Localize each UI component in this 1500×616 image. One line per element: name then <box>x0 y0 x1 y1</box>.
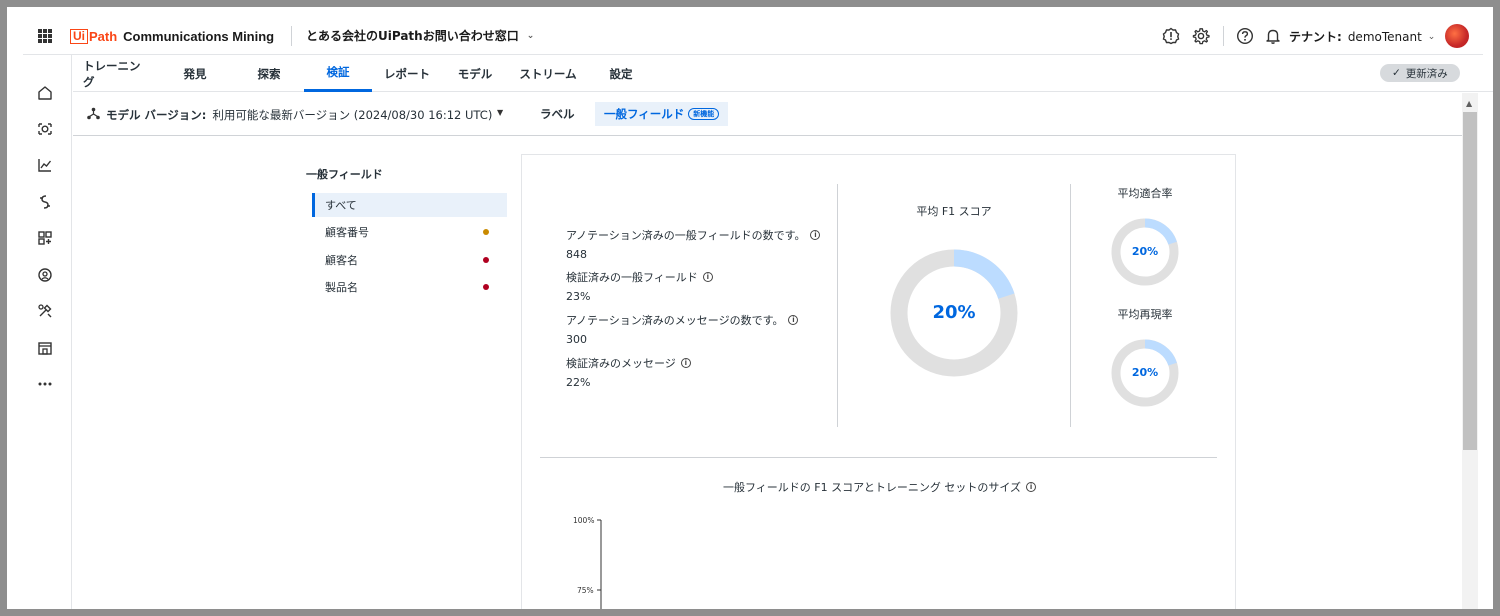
stat-annotated-fields: アノテーション済みの一般フィールドの数です。 i 848 <box>566 227 821 261</box>
field-item-label: 顧客番号 <box>325 226 369 239</box>
tab-settings[interactable]: 設定 <box>603 55 639 92</box>
error-dot-icon <box>483 284 489 290</box>
project-name: とある会社のUiPathお問い合わせ窓口 <box>306 29 519 43</box>
home-icon[interactable] <box>35 83 55 103</box>
info-icon[interactable]: i <box>680 358 691 368</box>
stat-label: アノテーション済みのメッセージの数です。 <box>566 314 784 327</box>
field-item-customer-number[interactable]: 顧客番号 <box>312 220 507 244</box>
reports-icon[interactable] <box>35 155 55 175</box>
tenant-selector[interactable]: テナント: demoTenant ⌄ <box>1289 28 1435 45</box>
stat-annotated-messages: アノテーション済みのメッセージの数です。 i 300 <box>566 312 799 346</box>
integrations-icon[interactable] <box>35 228 55 248</box>
recall-title: 平均再現率 <box>1117 308 1173 321</box>
stat-label: 検証済みの一般フィールド <box>566 271 698 284</box>
precision-value: 20% <box>1131 245 1159 258</box>
model-version-value: 利用可能な最新バージョン (2024/08/30 16:12 UTC) <box>212 108 493 122</box>
tab-labels[interactable]: ラベル <box>531 102 584 126</box>
chart-title-text: 一般フィールドの F1 スコアとトレーニング セットのサイズ <box>722 481 1022 494</box>
field-item-label: 製品名 <box>325 281 358 294</box>
tools-icon[interactable] <box>35 301 55 321</box>
more-icon[interactable] <box>35 374 55 394</box>
alert-icon[interactable] <box>1161 26 1181 46</box>
scroll-thumb[interactable] <box>1463 112 1477 450</box>
tab-validation[interactable]: 検証 <box>304 55 372 92</box>
card-divider <box>837 184 838 427</box>
y-tick-label: 100% <box>573 516 595 525</box>
top-header: Ui Path Communications Mining とある会社のUiPa… <box>23 18 1483 55</box>
info-icon[interactable]: i <box>788 315 799 325</box>
main-tabs: トレーニング 発見 探索 検証 レポート モデル ストリーム 設定 ✓ 更新済み <box>73 55 1493 92</box>
y-tick-label: 75% <box>577 586 594 595</box>
model-version-selector[interactable]: モデル バージョン: 利用可能な最新バージョン (2024/08/30 16:1… <box>87 107 492 123</box>
tab-explore[interactable]: 探索 <box>251 55 287 92</box>
info-icon[interactable]: i <box>810 230 821 240</box>
error-dot-icon <box>483 257 489 263</box>
help-icon[interactable] <box>1235 26 1255 46</box>
chevron-down-icon: ⌄ <box>526 30 535 41</box>
metrics-card: アノテーション済みの一般フィールドの数です。 i 848 検証済みの一般フィールド… <box>521 154 1236 609</box>
logo-ui: Ui <box>70 28 88 44</box>
header-divider-2 <box>1223 26 1224 46</box>
avatar[interactable] <box>1445 24 1469 48</box>
header-divider <box>291 26 292 46</box>
field-item-label: 顧客名 <box>325 254 358 267</box>
tab-discover[interactable]: 発見 <box>177 55 213 92</box>
stat-validated-fields: 検証済みの一般フィールド i 23% <box>566 269 713 303</box>
section-divider <box>540 457 1217 458</box>
chart-title: 一般フィールドの F1 スコアとトレーニング セットのサイズ i <box>522 479 1237 495</box>
stat-value: 22% <box>566 376 591 389</box>
stat-value: 23% <box>566 290 591 303</box>
chevron-down-icon: ⌄ <box>1427 31 1436 42</box>
left-rail <box>7 55 72 609</box>
stat-value: 300 <box>566 333 587 346</box>
logo-path: Path <box>89 28 118 44</box>
scroll-up-icon[interactable]: ▲ <box>1466 99 1472 108</box>
stat-value: 848 <box>566 248 587 261</box>
dataset-icon[interactable] <box>35 119 55 139</box>
info-icon[interactable]: i <box>1026 482 1037 492</box>
field-list-title: 一般フィールド <box>306 168 383 181</box>
tab-general-fields[interactable]: 一般フィールド 新機能 <box>595 102 729 126</box>
card-divider <box>1070 184 1071 427</box>
new-badge: 新機能 <box>688 108 720 120</box>
recall-value: 20% <box>1131 366 1159 379</box>
product-name: Communications Mining <box>123 28 275 44</box>
f1-value: 20% <box>932 302 976 323</box>
caret-down-icon[interactable]: ▼ <box>497 108 503 117</box>
tab-reports[interactable]: レポート <box>379 55 435 92</box>
app-launcher-icon[interactable] <box>38 29 52 43</box>
tab-general-fields-label: 一般フィールド <box>604 107 685 121</box>
warning-dot-icon <box>483 229 489 235</box>
stat-label: 検証済みのメッセージ <box>566 357 676 370</box>
streams-icon[interactable] <box>35 192 55 212</box>
model-tree-icon <box>87 107 100 123</box>
tab-models[interactable]: モデル <box>453 55 497 92</box>
f1-title: 平均 F1 スコア <box>916 205 992 218</box>
stat-label: アノテーション済みの一般フィールドの数です。 <box>566 229 806 242</box>
stat-validated-messages: 検証済みのメッセージ i 22% <box>566 355 691 389</box>
status-badge-label: 更新済み <box>1405 67 1448 80</box>
info-icon[interactable]: i <box>702 272 713 282</box>
field-item-customer-name[interactable]: 顧客名 <box>312 248 507 272</box>
tenant-label: テナント: <box>1289 30 1342 44</box>
tab-streams[interactable]: ストリーム <box>513 55 583 92</box>
project-selector[interactable]: とある会社のUiPathお問い合わせ窓口 ⌄ <box>306 27 534 44</box>
bell-icon[interactable] <box>1263 26 1283 46</box>
field-item-product-name[interactable]: 製品名 <box>312 275 507 299</box>
tab-training[interactable]: トレーニング <box>83 55 149 92</box>
status-badge: ✓ 更新済み <box>1380 64 1460 82</box>
field-item-label: すべて <box>325 199 357 212</box>
uipath-logo[interactable]: Ui Path Communications Mining <box>70 27 274 45</box>
check-icon: ✓ <box>1392 67 1401 79</box>
field-item-all[interactable]: すべて <box>312 193 507 217</box>
sources-icon[interactable] <box>35 265 55 285</box>
validation-subbar: モデル バージョン: 利用可能な最新バージョン (2024/08/30 16:1… <box>73 93 1462 136</box>
app-window: Ui Path Communications Mining とある会社のUiPa… <box>7 7 1493 609</box>
gear-icon[interactable] <box>1191 26 1211 46</box>
vertical-scrollbar[interactable]: ▲ <box>1462 93 1478 609</box>
precision-title: 平均適合率 <box>1117 187 1173 200</box>
model-version-label: モデル バージョン: <box>106 108 207 122</box>
building-icon[interactable] <box>35 338 55 358</box>
tenant-name: demoTenant <box>1347 29 1422 44</box>
